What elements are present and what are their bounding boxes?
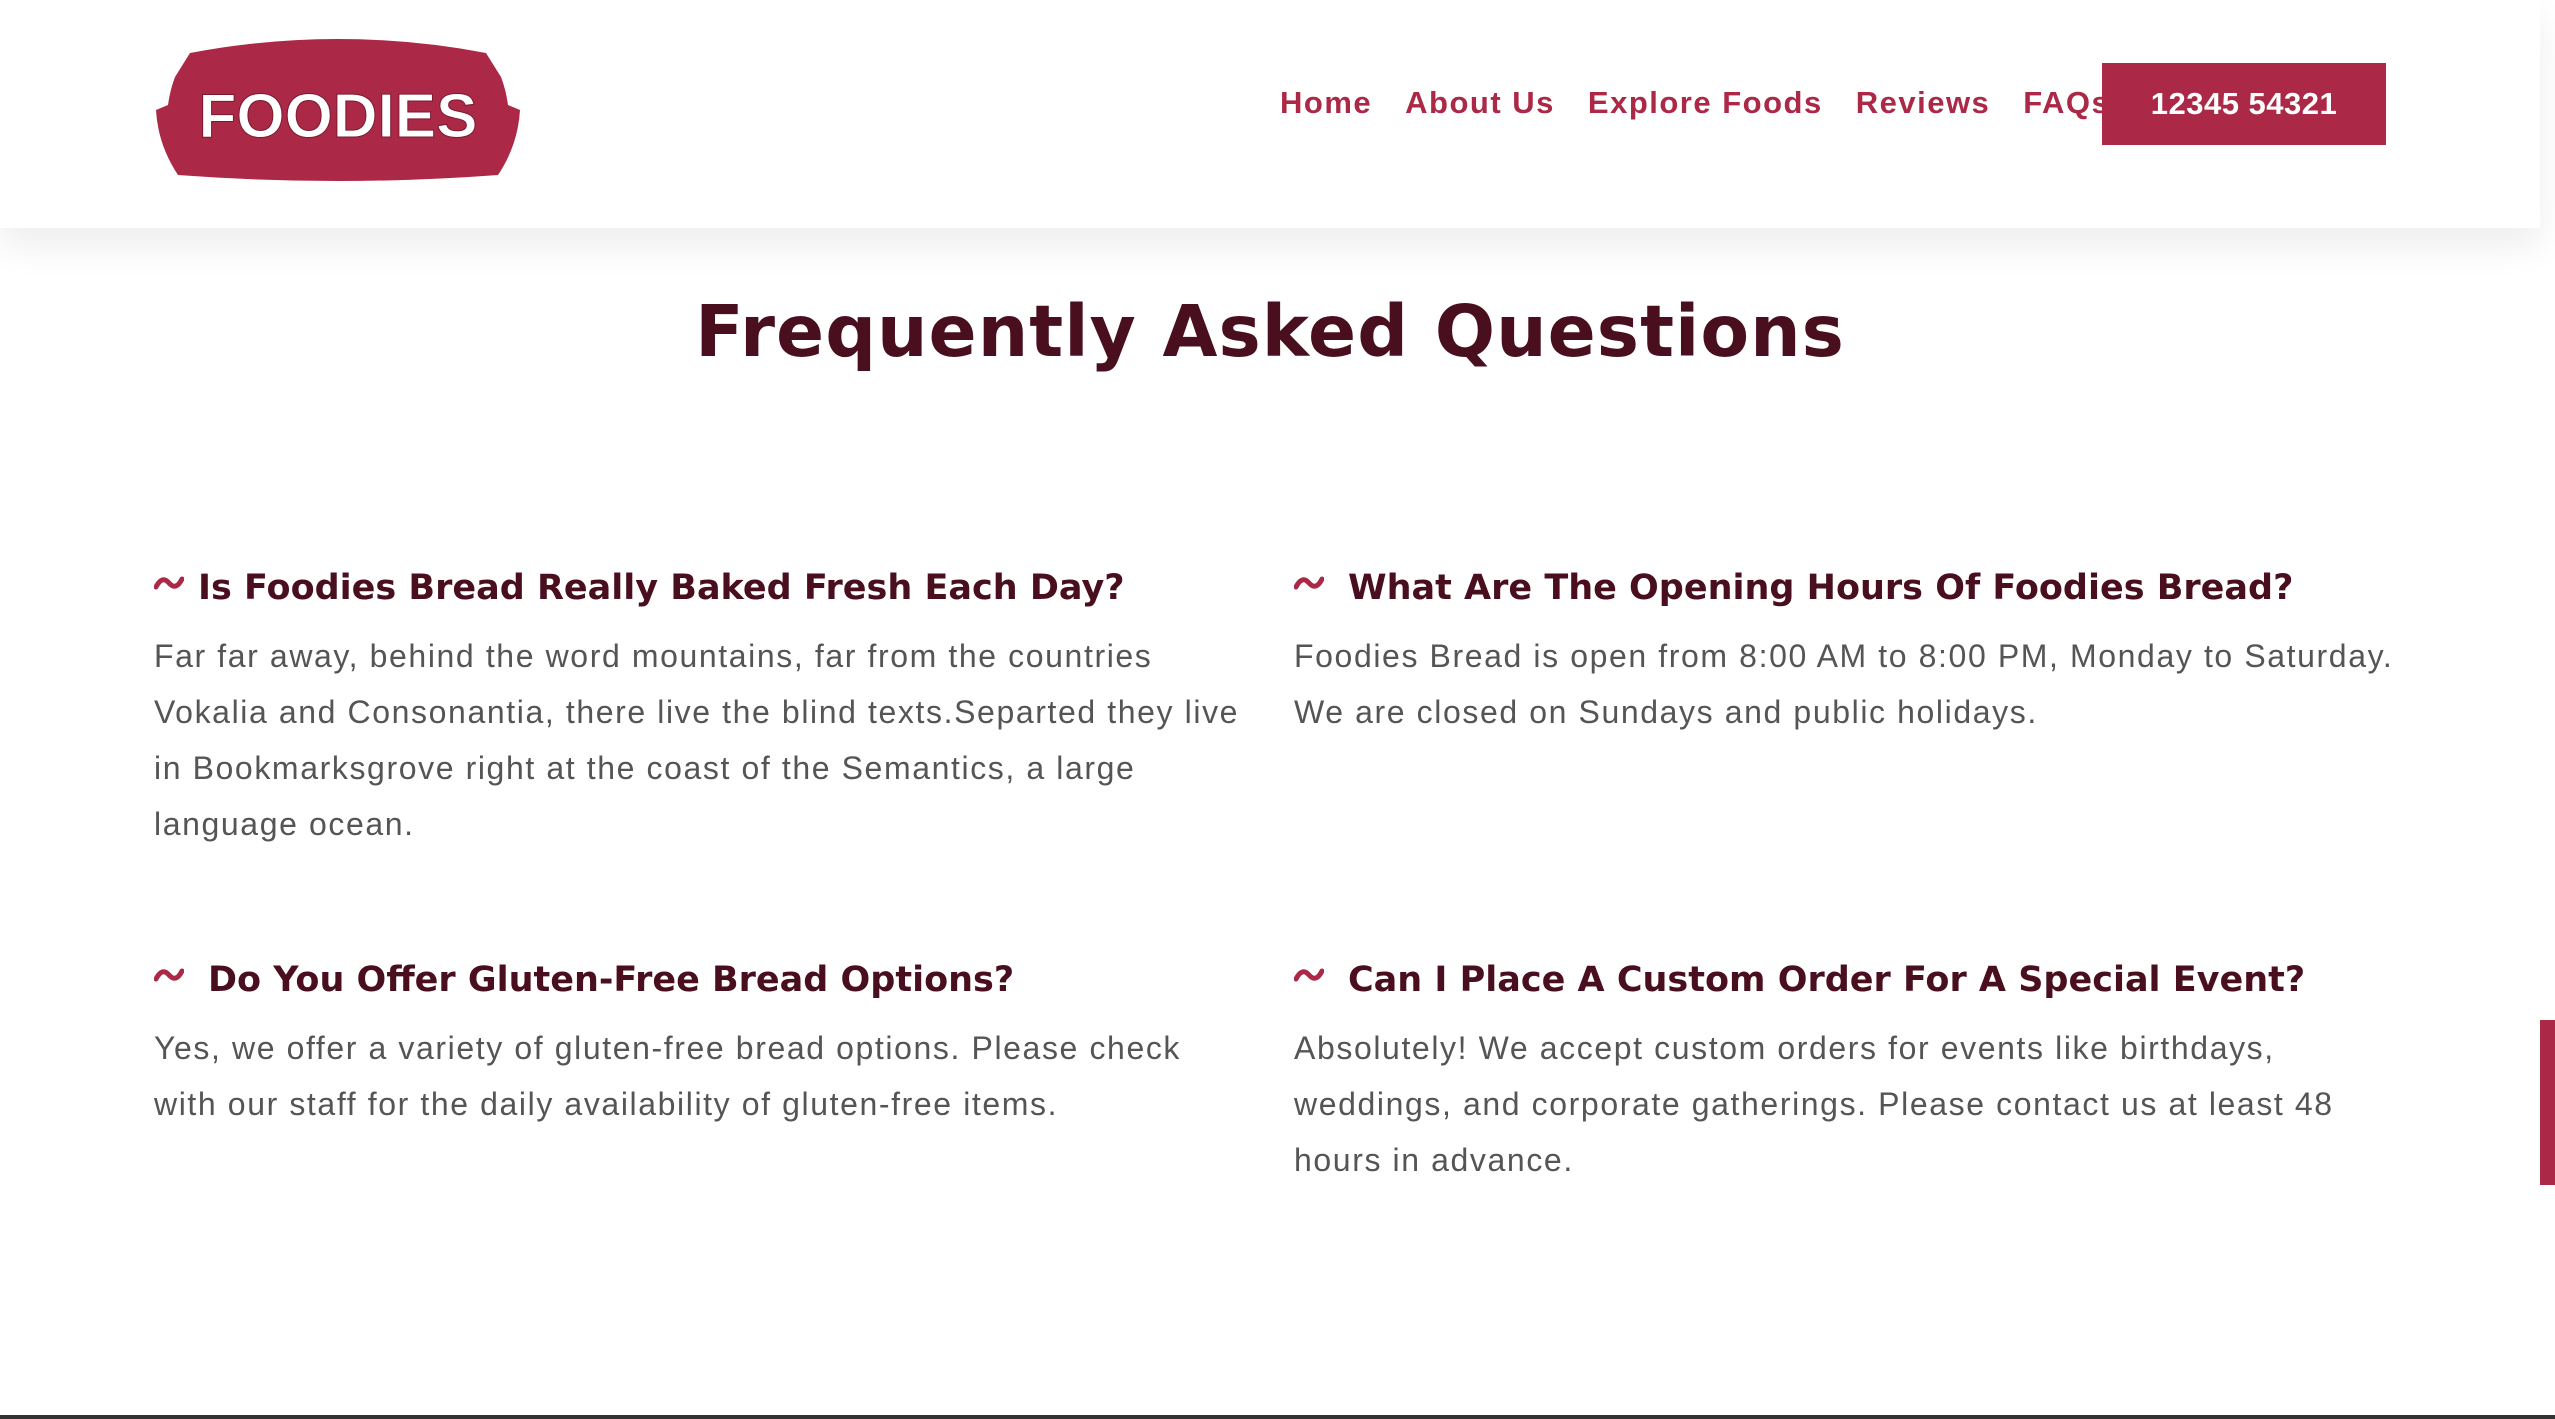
faq-question: Can I Place A Custom Order For A Special… bbox=[1294, 954, 2394, 1006]
main-nav: Home About Us Explore Foods Reviews FAQs bbox=[1280, 62, 2110, 144]
nav-reviews-link[interactable]: Reviews bbox=[1856, 85, 1991, 121]
phone-button[interactable]: 12345 54321 bbox=[2102, 63, 2386, 145]
site-header: FOODIES Home About Us Explore Foods Revi… bbox=[0, 0, 2540, 228]
faq-item: Can I Place A Custom Order For A Special… bbox=[1294, 954, 2394, 1188]
nav-explore-foods-link[interactable]: Explore Foods bbox=[1588, 85, 1823, 121]
tilde-icon bbox=[154, 573, 184, 593]
faq-question: Do You Offer Gluten-Free Bread Options? bbox=[154, 954, 1244, 1006]
nav-about-us-link[interactable]: About Us bbox=[1405, 85, 1555, 121]
side-scroll-tab[interactable] bbox=[2540, 1020, 2555, 1185]
tilde-icon bbox=[154, 965, 184, 985]
faq-item: What Are The Opening Hours Of Foodies Br… bbox=[1294, 562, 2394, 740]
faq-question-text: Is Foodies Bread Really Baked Fresh Each… bbox=[198, 568, 1125, 608]
faq-answer: Foodies Bread is open from 8:00 AM to 8:… bbox=[1294, 638, 2394, 730]
faq-answer: Yes, we offer a variety of gluten-free b… bbox=[154, 1030, 1182, 1122]
faq-question: Is Foodies Bread Really Baked Fresh Each… bbox=[154, 562, 1244, 614]
logo-text: FOODIES bbox=[198, 82, 477, 151]
nav-faqs-link[interactable]: FAQs bbox=[2023, 85, 2110, 121]
faq-answer: Absolutely! We accept custom orders for … bbox=[1294, 1030, 2334, 1178]
nav-home-link[interactable]: Home bbox=[1280, 85, 1372, 121]
logo-badge: FOODIES bbox=[156, 39, 520, 181]
faq-question: What Are The Opening Hours Of Foodies Br… bbox=[1294, 562, 2394, 614]
faq-question-text: Do You Offer Gluten-Free Bread Options? bbox=[208, 960, 1015, 1000]
tilde-icon bbox=[1294, 573, 1324, 593]
bottom-divider bbox=[0, 1415, 2555, 1419]
page: FOODIES Home About Us Explore Foods Revi… bbox=[0, 0, 2555, 1419]
faq-question-text: What Are The Opening Hours Of Foodies Br… bbox=[1348, 568, 2294, 608]
tilde-icon bbox=[1294, 965, 1324, 985]
faq-answer: Far far away, behind the word mountains,… bbox=[154, 638, 1240, 842]
faq-item: Do You Offer Gluten-Free Bread Options? … bbox=[154, 954, 1244, 1132]
foodies-logo[interactable]: FOODIES bbox=[156, 35, 520, 185]
page-title: Frequently Asked Questions bbox=[695, 290, 1845, 373]
faq-item: Is Foodies Bread Really Baked Fresh Each… bbox=[154, 562, 1244, 852]
faq-question-text: Can I Place A Custom Order For A Special… bbox=[1348, 960, 2306, 1000]
